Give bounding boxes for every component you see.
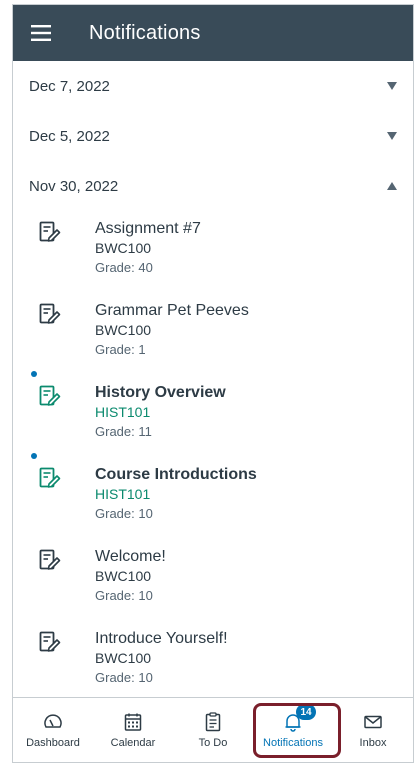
notification-title: Assignment #7 [95,220,201,237]
notification-grade: Grade: 1 [95,342,146,357]
app-frame: Notifications Dec 7, 2022 Dec 5, 2022 No… [12,4,414,763]
tab-calendar[interactable]: Calendar [93,698,173,762]
notification-items: Assignment #7 BWC100 Grade: 40 Grammar P… [13,211,413,698]
assignment-icon [39,467,61,488]
hamburger-menu-button[interactable] [13,5,69,61]
notification-title: Welcome! [95,548,166,565]
notification-grade: Grade: 10 [95,670,153,685]
notification-title: Course Introductions [95,466,257,483]
date-group-label: Nov 30, 2022 [29,177,119,195]
page-title: Notifications [89,21,201,44]
todo-icon [205,712,221,732]
notification-item[interactable]: History Overview HIST101 Grade: 11 [13,371,413,459]
notification-item[interactable]: Assignment #7 BWC100 Grade: 40 [13,213,413,295]
tab-inbox[interactable]: Inbox [333,698,413,762]
date-group-header[interactable]: Dec 7, 2022 [13,61,413,111]
notification-course: BWC100 [95,322,152,338]
tab-label: Inbox [359,737,387,749]
assignment-icon [39,549,61,570]
tab-label: To Do [198,737,228,749]
notification-item[interactable]: Grammar Pet Peeves BWC100 Grade: 1 [13,295,413,377]
app-header: Notifications [13,5,413,61]
notification-count-badge: 14 [296,704,316,720]
notification-course: HIST101 [95,404,151,420]
menu-icon [31,25,51,41]
assignment-icon [39,303,61,324]
notification-item[interactable]: Welcome! BWC100 Grade: 10 [13,541,413,623]
caret-down-icon [387,82,397,90]
date-group-header[interactable]: Nov 30, 2022 [13,161,413,211]
notification-course: BWC100 [95,240,152,256]
notification-list[interactable]: Dec 7, 2022 Dec 5, 2022 Nov 30, 2022 Ass… [13,61,413,698]
date-group-header[interactable]: Dec 5, 2022 [13,111,413,161]
notification-title: History Overview [95,384,226,401]
dashboard-icon [44,714,62,728]
inbox-icon [364,715,382,729]
unread-indicator [31,453,37,459]
calendar-icon [124,713,142,731]
notification-item[interactable]: Course Introductions HIST101 Grade: 10 [13,453,413,541]
notification-item[interactable]: Introduce Yourself! BWC100 Grade: 10 [13,623,413,698]
bottom-tab-bar: Dashboard Calendar To Do 14 Notification… [13,697,413,762]
notification-course: BWC100 [95,568,152,584]
notification-course: BWC100 [95,650,152,666]
notification-grade: Grade: 40 [95,260,153,275]
notification-title: Grammar Pet Peeves [95,302,249,319]
caret-up-icon [387,182,397,190]
tab-dashboard[interactable]: Dashboard [13,698,93,762]
notification-grade: Grade: 10 [95,588,153,603]
assignment-icon [39,631,61,652]
tab-label: Notifications [263,737,323,749]
notification-course: HIST101 [95,486,151,502]
unread-indicator [31,371,37,377]
tab-todo[interactable]: To Do [173,698,253,762]
date-group-label: Dec 5, 2022 [29,127,110,145]
assignment-icon [39,221,61,242]
tab-label: Dashboard [26,737,80,749]
notification-grade: Grade: 11 [95,424,152,439]
caret-down-icon [387,132,397,140]
tab-notifications[interactable]: 14 Notifications [253,698,333,762]
notification-grade: Grade: 10 [95,506,153,521]
notification-title: Introduce Yourself! [95,630,228,647]
date-group-label: Dec 7, 2022 [29,77,110,95]
assignment-icon [39,385,61,406]
tab-label: Calendar [110,737,156,749]
